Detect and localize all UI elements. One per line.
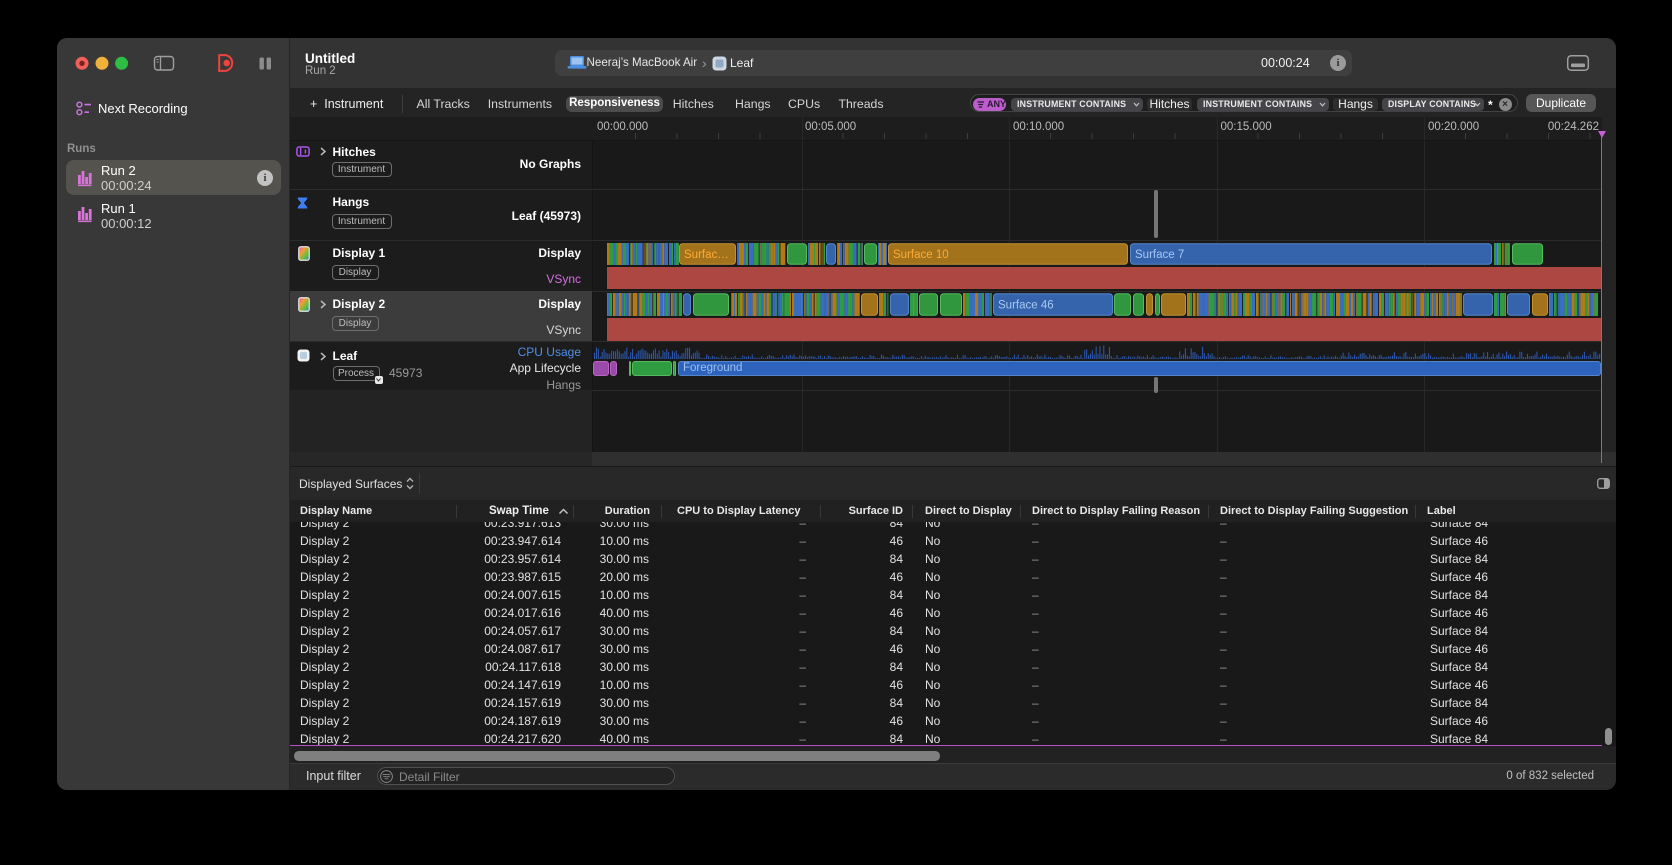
svg-text:Surfac…: Surfac… bbox=[684, 249, 729, 261]
svg-text:Surface 10: Surface 10 bbox=[893, 249, 949, 261]
svg-text:Surface 7: Surface 7 bbox=[1135, 249, 1184, 261]
svg-text:Surface 46: Surface 46 bbox=[998, 299, 1054, 311]
